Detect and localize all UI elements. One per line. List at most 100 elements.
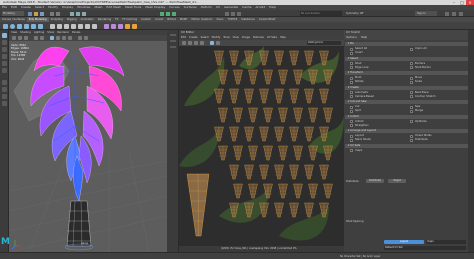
multi-cut-icon[interactable] bbox=[85, 23, 90, 29]
option-label[interactable]: Best Plane bbox=[415, 91, 429, 94]
bevel-icon[interactable] bbox=[71, 23, 76, 29]
menu-select[interactable]: Select bbox=[35, 5, 44, 9]
persp-outliner-icon[interactable] bbox=[2, 94, 7, 99]
isolate-icon[interactable] bbox=[78, 35, 82, 40]
uv-dim-icon[interactable] bbox=[216, 40, 220, 45]
option-label[interactable]: map1 bbox=[355, 149, 362, 152]
section-unfold[interactable]: ▾ Unfold bbox=[345, 114, 473, 119]
viewport-menu-panels[interactable]: Panels bbox=[72, 31, 80, 34]
combine-icon[interactable] bbox=[50, 23, 55, 29]
uv-checker-icon[interactable] bbox=[200, 40, 204, 45]
render-icon[interactable] bbox=[225, 11, 229, 16]
option-checkbox[interactable] bbox=[350, 76, 353, 80]
option-checkbox[interactable] bbox=[350, 95, 353, 98]
option-label[interactable]: Scale bbox=[415, 80, 422, 83]
option-checkbox[interactable] bbox=[350, 138, 353, 142]
uv-set-name-field[interactable]: map1 bbox=[426, 240, 466, 244]
option-checkbox[interactable] bbox=[410, 134, 413, 138]
menu-deform[interactable]: Deform bbox=[201, 5, 212, 9]
move-tool-icon[interactable] bbox=[2, 54, 7, 59]
uv-menu-textures[interactable]: Textures bbox=[253, 36, 264, 39]
smooth-shade-icon[interactable] bbox=[56, 35, 60, 40]
viewport-menu-shading[interactable]: Shading bbox=[20, 31, 31, 34]
bridge-icon[interactable] bbox=[78, 23, 83, 29]
option-checkbox[interactable] bbox=[350, 62, 353, 65]
option-label[interactable]: Select All bbox=[355, 47, 367, 50]
section-transform[interactable]: ▾ Transform bbox=[345, 71, 473, 75]
option-checkbox[interactable] bbox=[350, 66, 353, 69]
menu-cache[interactable]: Cache bbox=[242, 5, 251, 9]
modeling-toolkit-icon[interactable] bbox=[445, 11, 449, 16]
uv-menu-help[interactable]: Help bbox=[280, 36, 286, 39]
layout-icon[interactable] bbox=[2, 101, 7, 106]
option-checkbox[interactable] bbox=[350, 47, 353, 51]
snap-to-grid-icon[interactable] bbox=[160, 11, 164, 16]
option-checkbox[interactable] bbox=[410, 120, 413, 123]
option-checkbox[interactable] bbox=[350, 109, 353, 113]
option-checkbox[interactable] bbox=[410, 109, 413, 113]
target-button[interactable]: Target bbox=[388, 179, 406, 183]
layout-button[interactable]: Layout bbox=[384, 240, 424, 244]
snap-to-curve-icon[interactable] bbox=[166, 11, 170, 16]
xray-icon[interactable] bbox=[84, 35, 88, 40]
option-label[interactable]: Unfold bbox=[355, 120, 363, 123]
symmetry-label[interactable]: Symmetry: Off bbox=[346, 11, 366, 16]
wireframe-icon[interactable] bbox=[50, 35, 54, 40]
image-plane-icon[interactable] bbox=[24, 35, 28, 40]
target-weld-icon[interactable] bbox=[92, 23, 97, 29]
film-gate-icon[interactable] bbox=[40, 35, 44, 40]
option-checkbox[interactable] bbox=[410, 66, 413, 69]
single-view-icon[interactable] bbox=[2, 80, 7, 85]
option-label[interactable]: Move bbox=[415, 76, 422, 79]
grid-icon[interactable] bbox=[34, 35, 38, 40]
menu-create[interactable]: Create bbox=[21, 5, 31, 9]
four-view-icon[interactable] bbox=[2, 87, 7, 92]
menu-edit[interactable]: Edit bbox=[11, 5, 17, 9]
uv-menu-view[interactable]: View bbox=[233, 36, 239, 39]
menu-set-dropdown[interactable]: Modeling bbox=[2, 11, 24, 16]
option-label[interactable]: Layout bbox=[355, 134, 364, 137]
camera-attributes-icon[interactable] bbox=[12, 35, 16, 40]
uv-distortion-icon[interactable] bbox=[194, 40, 198, 45]
menu-windows[interactable]: Windows bbox=[77, 5, 90, 9]
option-checkbox[interactable] bbox=[350, 91, 353, 94]
option-label[interactable]: Shell Border bbox=[415, 66, 431, 69]
color-space-field[interactable]: sRGB gamma bbox=[307, 40, 341, 45]
section-create[interactable]: ▾ Create bbox=[345, 85, 473, 90]
menu-uv[interactable]: UV bbox=[216, 5, 220, 9]
select-by-component-icon[interactable] bbox=[82, 11, 86, 16]
render-settings-icon[interactable] bbox=[237, 11, 241, 16]
redo-icon[interactable] bbox=[56, 11, 60, 16]
option-checkbox[interactable] bbox=[350, 105, 353, 109]
uv-menu-create[interactable]: Create bbox=[189, 36, 198, 39]
option-label[interactable]: Shell bbox=[355, 62, 361, 65]
paint-select-icon[interactable] bbox=[2, 47, 7, 52]
menu-help[interactable]: Help bbox=[269, 5, 276, 9]
option-checkbox[interactable] bbox=[350, 120, 353, 123]
option-checkbox[interactable] bbox=[410, 80, 413, 84]
option-label[interactable]: Distribute bbox=[415, 138, 428, 141]
section-pin[interactable]: ▾ Pin bbox=[345, 42, 473, 46]
viewport-menu-view[interactable]: View bbox=[11, 31, 17, 34]
sphere-icon[interactable] bbox=[10, 23, 15, 29]
option-checkbox[interactable] bbox=[350, 134, 353, 138]
uv-canvas[interactable] bbox=[179, 46, 344, 246]
uv-shaded-icon[interactable] bbox=[188, 40, 192, 45]
menu-mesh[interactable]: Mesh bbox=[95, 5, 103, 9]
option-label[interactable]: Pivot bbox=[355, 76, 361, 79]
uv-planar-icon[interactable] bbox=[125, 23, 130, 29]
menu-generate[interactable]: Generate bbox=[224, 5, 238, 9]
menu-mesh-tools[interactable]: Mesh Tools bbox=[125, 5, 141, 9]
select-tool-icon[interactable] bbox=[2, 33, 7, 38]
menu-arnold[interactable]: Arnold bbox=[255, 5, 265, 9]
cylinder-icon[interactable] bbox=[17, 23, 22, 29]
option-label[interactable]: Orient Shells bbox=[415, 134, 432, 137]
uv-menu-tools[interactable]: Tools bbox=[223, 36, 229, 39]
option-checkbox[interactable] bbox=[410, 91, 413, 94]
menu-modify[interactable]: Modify bbox=[48, 5, 58, 9]
distribute-button[interactable]: Distribute bbox=[366, 179, 384, 183]
smooth-icon[interactable] bbox=[104, 23, 109, 29]
save-scene-icon[interactable] bbox=[40, 11, 44, 16]
boolean-icon[interactable] bbox=[118, 23, 123, 29]
default-uv-set-field[interactable]: Default UV Set bbox=[384, 246, 466, 250]
